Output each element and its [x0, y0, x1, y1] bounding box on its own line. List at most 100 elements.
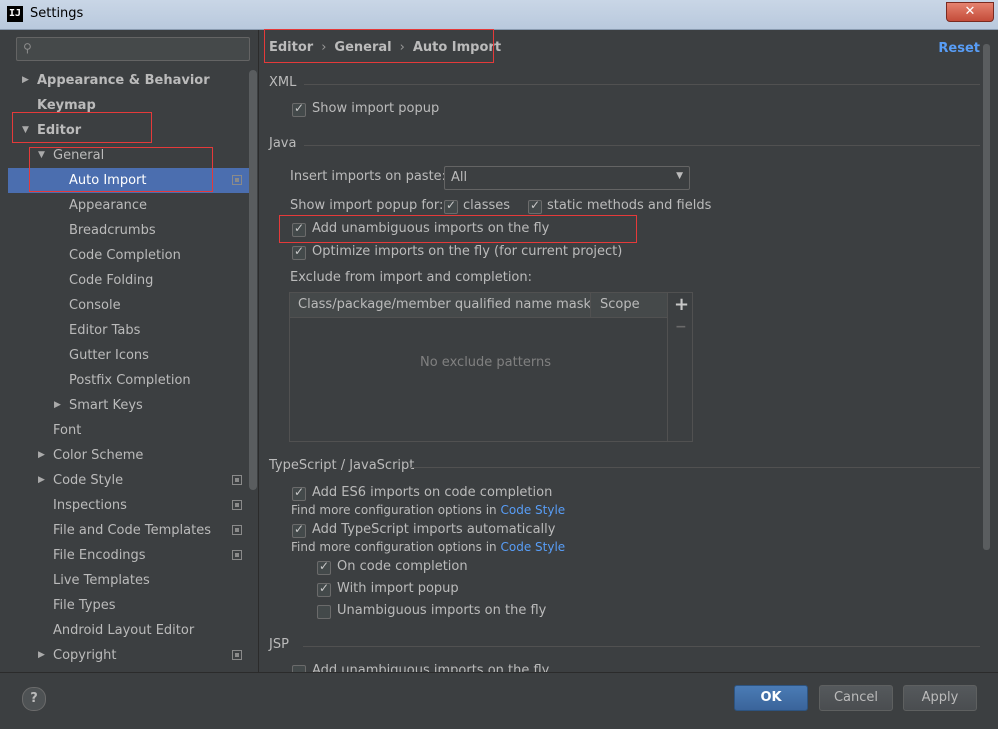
- unambiguous-fly-checkbox[interactable]: [317, 605, 331, 619]
- cancel-button[interactable]: Cancel: [819, 685, 893, 711]
- sidebar-item-postfix-completion[interactable]: Postfix Completion: [8, 368, 250, 393]
- sidebar-item-label: Inspections: [53, 498, 127, 513]
- jsp-add-unambiguous-checkbox[interactable]: [292, 665, 306, 672]
- checkbox-label: Unambiguous imports on the fly: [337, 603, 547, 618]
- chevron-right-icon[interactable]: ▶: [38, 468, 45, 493]
- sidebar-item-label: Android Layout Editor: [53, 623, 195, 638]
- sidebar-item-breadcrumbs[interactable]: Breadcrumbs: [8, 218, 250, 243]
- sidebar-item-smart-keys[interactable]: ▶ Smart Keys: [8, 393, 250, 418]
- sidebar-item-label: Breadcrumbs: [69, 223, 156, 238]
- sidebar-item-code-folding[interactable]: Code Folding: [8, 268, 250, 293]
- chevron-right-icon[interactable]: ▶: [38, 643, 45, 668]
- add-typescript-imports-checkbox[interactable]: [292, 522, 306, 538]
- checkbox-label: Add TypeScript imports automatically: [312, 522, 556, 537]
- optimize-imports-checkbox[interactable]: [292, 244, 306, 260]
- sidebar-item-label: Auto Import: [69, 173, 147, 188]
- add-icon[interactable]: +: [674, 294, 689, 315]
- sidebar-item-label: Smart Keys: [69, 398, 143, 413]
- sidebar-item-label: Keymap: [37, 98, 96, 113]
- sidebar-item-file-encodings[interactable]: File Encodings: [8, 543, 250, 568]
- sidebar-item-live-templates[interactable]: Live Templates: [8, 568, 250, 593]
- project-settings-icon: [232, 525, 242, 535]
- chevron-right-icon[interactable]: ▶: [38, 443, 45, 468]
- sidebar-item-file-types[interactable]: File Types: [8, 593, 250, 618]
- code-style-link[interactable]: Code Style: [501, 540, 566, 554]
- sidebar-item-android-layout-editor[interactable]: Android Layout Editor: [8, 618, 250, 643]
- search-icon: ⚲: [23, 41, 32, 55]
- sidebar-item-label: Color Scheme: [53, 448, 144, 463]
- column-header[interactable]: Class/package/member qualified name mask: [298, 297, 591, 312]
- sidebar-item-file-code-templates[interactable]: File and Code Templates: [8, 518, 250, 543]
- apply-button[interactable]: Apply: [903, 685, 977, 711]
- sidebar-item-code-style[interactable]: ▶ Code Style: [8, 468, 250, 493]
- find-more-text: Find more configuration options in Code …: [291, 540, 565, 554]
- remove-icon[interactable]: −: [675, 319, 687, 335]
- sidebar-item-editor[interactable]: ▼ Editor: [8, 118, 250, 143]
- ok-button[interactable]: OK: [734, 685, 808, 711]
- window-close-button[interactable]: ✕: [946, 2, 994, 22]
- insert-imports-select[interactable]: All ▼: [444, 166, 690, 190]
- sidebar-item-gutter-icons[interactable]: Gutter Icons: [8, 343, 250, 368]
- checkbox-label: static methods and fields: [547, 198, 712, 213]
- on-code-completion-checkbox[interactable]: [317, 559, 331, 575]
- sidebar-item-label: Code Style: [53, 473, 124, 488]
- static-methods-checkbox[interactable]: [528, 198, 542, 214]
- sidebar-item-label: Appearance: [69, 198, 148, 213]
- add-unambiguous-imports-checkbox[interactable]: [292, 221, 306, 237]
- sidebar-scrollbar[interactable]: [249, 70, 257, 490]
- breadcrumb-separator: ›: [399, 40, 405, 55]
- project-settings-icon: [232, 175, 242, 185]
- sidebar-item-appearance[interactable]: Appearance: [8, 193, 250, 218]
- breadcrumb-item[interactable]: Editor: [269, 38, 313, 58]
- sidebar-item-code-completion[interactable]: Code Completion: [8, 243, 250, 268]
- table-toolbar: + −: [667, 293, 693, 441]
- help-button[interactable]: ?: [22, 687, 46, 711]
- sidebar-item-label: Live Templates: [53, 573, 150, 588]
- table-header: Class/package/member qualified name mask…: [290, 293, 667, 318]
- checkbox-label: Optimize imports on the fly (for current…: [312, 244, 623, 259]
- sidebar-item-color-scheme[interactable]: ▶ Color Scheme: [8, 443, 250, 468]
- find-more-label: Find more configuration options in: [291, 540, 497, 554]
- sidebar-item-label: Appearance & Behavior: [37, 73, 210, 88]
- sidebar-item-label: Font: [53, 423, 82, 438]
- classes-checkbox[interactable]: [444, 198, 458, 214]
- sidebar-item-label: File and Code Templates: [53, 523, 211, 538]
- column-separator: [590, 293, 591, 317]
- chevron-down-icon[interactable]: ▼: [38, 143, 45, 168]
- settings-content: Editor › General › Auto Import Reset XML Sho…: [259, 30, 990, 672]
- select-value: All: [451, 170, 468, 185]
- sidebar-item-editor-tabs[interactable]: Editor Tabs: [8, 318, 250, 343]
- with-import-popup-checkbox[interactable]: [317, 581, 331, 597]
- sidebar-item-console[interactable]: Console: [8, 293, 250, 318]
- sidebar-item-auto-import[interactable]: Auto Import: [8, 168, 250, 193]
- sidebar-item-label: Editor: [37, 123, 82, 138]
- reset-link[interactable]: Reset: [938, 41, 980, 56]
- code-style-link[interactable]: Code Style: [501, 503, 566, 517]
- sidebar-item-copyright[interactable]: ▶ Copyright: [8, 643, 250, 668]
- add-es6-imports-checkbox[interactable]: [292, 485, 306, 501]
- column-header[interactable]: Scope: [600, 297, 640, 312]
- sidebar-item-general[interactable]: ▼ General: [8, 143, 250, 168]
- chevron-right-icon[interactable]: ▶: [54, 393, 61, 418]
- chevron-down-icon[interactable]: ▼: [22, 118, 29, 143]
- exclude-table[interactable]: Class/package/member qualified name mask…: [289, 292, 693, 442]
- section-divider: [304, 84, 980, 85]
- section-title-typescript: TypeScript / JavaScript: [269, 458, 415, 473]
- settings-search[interactable]: ⚲: [16, 37, 250, 61]
- sidebar-item-keymap[interactable]: Keymap: [8, 93, 250, 118]
- search-input[interactable]: [39, 40, 243, 58]
- breadcrumb-item[interactable]: General: [334, 38, 391, 58]
- sidebar-item-label: File Encodings: [53, 548, 146, 563]
- checkbox-label: With import popup: [337, 581, 459, 596]
- checkbox-label: Add ES6 imports on code completion: [312, 485, 553, 500]
- sidebar-item-inspections[interactable]: Inspections: [8, 493, 250, 518]
- app-icon: IJ: [7, 6, 23, 22]
- exclude-label: Exclude from import and completion:: [290, 270, 532, 285]
- chevron-right-icon[interactable]: ▶: [22, 68, 29, 93]
- content-scrollbar[interactable]: [983, 44, 990, 550]
- sidebar-item-font[interactable]: Font: [8, 418, 250, 443]
- show-import-popup-xml-checkbox[interactable]: [292, 101, 306, 117]
- sidebar-item-appearance-behavior[interactable]: ▶ Appearance & Behavior: [8, 68, 250, 93]
- find-more-text: Find more configuration options in Code …: [291, 503, 565, 517]
- find-more-label: Find more configuration options in: [291, 503, 497, 517]
